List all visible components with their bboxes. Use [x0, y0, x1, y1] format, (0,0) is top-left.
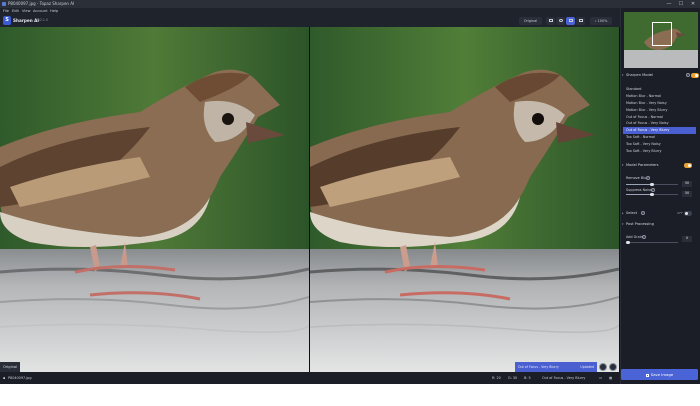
model-option[interactable]: Motion Blur - Normal: [623, 93, 696, 100]
sparrow-photo-original: [0, 27, 309, 372]
suppress-noise-fill: [626, 194, 652, 195]
close-button[interactable]: ✕: [688, 0, 698, 8]
sharpen-model-toggle[interactable]: [691, 73, 699, 78]
side-by-side-button[interactable]: [576, 16, 585, 25]
sharpen-model-section[interactable]: ▾ Sharpen Model ?: [620, 73, 700, 81]
model-option[interactable]: Motion Blur - Very Blurry: [623, 107, 696, 114]
original-button[interactable]: Original: [519, 16, 542, 25]
file-icon: ▪: [3, 376, 6, 380]
status-g-value: G: 30: [508, 376, 518, 380]
help-icon[interactable]: ?: [646, 176, 650, 180]
status-updated: Updated: [580, 365, 594, 369]
sparrow-photo-processed: [310, 27, 619, 372]
model-option[interactable]: Too Soft - Normal: [623, 134, 696, 141]
fit-icon[interactable]: ▭: [599, 372, 602, 384]
suppress-noise-value[interactable]: 50: [682, 191, 692, 197]
navigator-viewport-frame[interactable]: [652, 22, 672, 46]
side-by-side-icon: [578, 19, 583, 22]
help-icon[interactable]: ?: [641, 211, 645, 215]
processing-status-bar: Out of Focus - Very Blurry Updated: [515, 362, 597, 372]
remove-blur-value[interactable]: 50: [682, 181, 692, 187]
single-view-icon: [548, 19, 553, 22]
save-icon: [645, 373, 649, 377]
single-view-button[interactable]: [546, 16, 555, 25]
chevron-right-icon: ▸: [622, 211, 624, 215]
title-bar: P8040097.jpg - Topaz Sharpen AI — ☐ ✕: [0, 0, 700, 8]
compare-circle-icon: [558, 19, 563, 22]
help-icon[interactable]: ?: [642, 235, 646, 239]
original-preview[interactable]: [0, 27, 309, 372]
model-option[interactable]: Too Soft - Very Noisy: [623, 141, 696, 148]
model-option[interactable]: Too Soft - Very Blurry: [623, 148, 696, 155]
model-option[interactable]: Out of Focus - Very Noisy: [623, 120, 696, 127]
remove-blur-label: Remove Blur: [626, 176, 648, 180]
sharpen-logo-icon: S: [3, 16, 11, 25]
zoom-dropdown[interactable]: ⌕ 100%: [590, 16, 612, 25]
add-grain-knob[interactable]: [626, 240, 630, 245]
navigator-thumbnail[interactable]: [624, 12, 698, 68]
compare-circle-button[interactable]: [556, 16, 565, 25]
toolbar: S Sharpen AI v2.1.0 Original ⌕ 100%: [0, 14, 620, 27]
model-parameters-toggle[interactable]: [684, 163, 692, 168]
minimize-button[interactable]: —: [664, 0, 674, 8]
remove-blur-slider[interactable]: [626, 182, 678, 187]
app-version: v2.1.0: [38, 18, 48, 23]
original-tag: Original: [0, 362, 21, 372]
help-icon[interactable]: ?: [651, 188, 655, 192]
compare-toggle-button[interactable]: [599, 363, 607, 371]
model-option[interactable]: Motion Blur - Very Noisy: [623, 100, 696, 107]
suppress-noise-knob[interactable]: [650, 192, 654, 197]
add-grain-label: Add Grain: [626, 235, 643, 239]
model-option-selected[interactable]: Out of Focus - Very Blurry: [623, 127, 696, 135]
select-toggle[interactable]: [684, 211, 692, 216]
model-parameters-title: Model Parameters: [626, 163, 659, 167]
grid-icon[interactable]: ▦: [609, 372, 612, 384]
window-title: P8040097.jpg - Topaz Sharpen AI: [8, 1, 75, 6]
sharpen-model-title: Sharpen Model: [626, 73, 653, 77]
select-state: OFF: [677, 211, 683, 215]
maximize-button[interactable]: ☐: [676, 0, 686, 8]
status-model: Out of Focus - Very Blurry: [542, 376, 586, 380]
status-bar: ▪ P8040097.jpg R: 20 G: 30 B: 5 Out of F…: [0, 372, 620, 384]
suppress-noise-label: Suppress Noise: [626, 188, 653, 192]
post-processing-title: Post Processing: [626, 222, 654, 226]
model-option[interactable]: Out of Focus - Normal: [623, 114, 696, 121]
add-grain-slider[interactable]: [626, 240, 678, 245]
select-title: Select: [626, 211, 638, 215]
post-processing-section[interactable]: ▾ Post Processing: [620, 222, 700, 230]
chevron-down-icon: ▾: [622, 73, 624, 77]
status-model-name: Out of Focus - Very Blurry: [518, 365, 559, 369]
app-window: P8040097.jpg - Topaz Sharpen AI — ☐ ✕ Fi…: [0, 0, 700, 384]
status-filename: P8040097.jpg: [8, 376, 32, 380]
reset-button[interactable]: [609, 363, 617, 371]
save-image-label: Save Image: [650, 372, 674, 377]
processed-preview[interactable]: [310, 27, 619, 372]
model-list: Standard Motion Blur - Normal Motion Blu…: [623, 86, 696, 155]
save-image-button[interactable]: Save Image: [621, 369, 698, 380]
chevron-down-icon: ▾: [622, 163, 624, 167]
split-view-button[interactable]: [566, 16, 575, 25]
image-canvas[interactable]: Original Out of Focus - Very Blurry Upda…: [0, 27, 620, 372]
remove-blur-fill: [626, 184, 652, 185]
chevron-down-icon: ▾: [622, 222, 624, 226]
app-icon: [2, 2, 6, 6]
status-b-value: B: 5: [524, 376, 531, 380]
status-r-value: R: 20: [492, 376, 501, 380]
suppress-noise-slider[interactable]: [626, 192, 678, 197]
zoom-value: 100%: [597, 18, 608, 23]
help-icon[interactable]: ?: [686, 73, 690, 77]
model-parameters-section[interactable]: ▾ Model Parameters: [620, 163, 700, 171]
split-view-icon: [568, 19, 573, 22]
add-grain-value[interactable]: 0: [682, 236, 692, 242]
model-option[interactable]: Standard: [623, 86, 696, 93]
original-button-label: Original: [523, 18, 538, 23]
app-name: Sharpen AI: [13, 17, 39, 23]
select-section[interactable]: ▸ Select ? OFF: [620, 211, 700, 219]
remove-blur-knob[interactable]: [650, 182, 654, 187]
